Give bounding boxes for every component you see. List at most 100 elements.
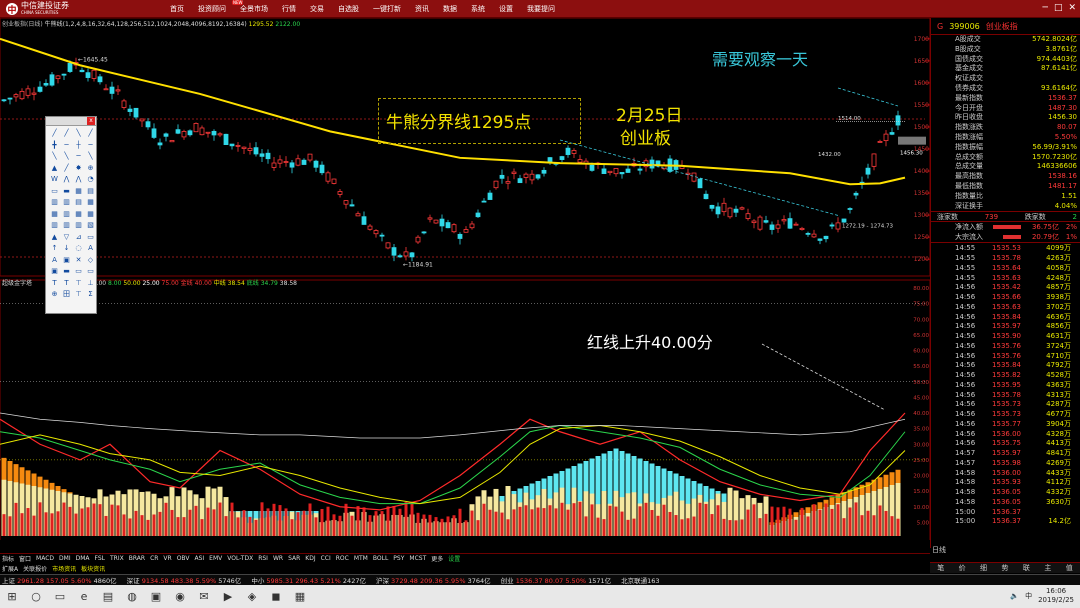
- menu-item-11[interactable]: 我要提问: [527, 4, 555, 14]
- taskbar-app-icon-0[interactable]: ⊞: [0, 585, 24, 608]
- indicator-tab-14[interactable]: RSI: [258, 555, 268, 562]
- draw-tool-icon-59[interactable]: Σ: [85, 289, 96, 299]
- draw-tool-icon-14[interactable]: ✸: [73, 163, 84, 173]
- indicator-tab-15[interactable]: WR: [273, 555, 283, 562]
- draw-tool-icon-5[interactable]: ─: [61, 140, 72, 150]
- draw-tool-icon-28[interactable]: ▦: [49, 209, 60, 219]
- menu-item-9[interactable]: 系统: [471, 4, 485, 14]
- indicator-tab-10[interactable]: OBV: [177, 555, 190, 562]
- draw-tool-icon-19[interactable]: ◔: [85, 174, 96, 184]
- indicator-tab-24[interactable]: 更多: [431, 554, 443, 563]
- indicator-tab-11[interactable]: ASI: [194, 555, 204, 562]
- draw-tool-icon-6[interactable]: ┼: [73, 140, 84, 150]
- taskbar-app-icon-12[interactable]: ▦: [288, 585, 312, 608]
- indicator-name[interactable]: 超级金字塔: [2, 280, 32, 287]
- draw-tool-icon-50[interactable]: ▭: [73, 266, 84, 276]
- taskbar-app-icon-9[interactable]: ▶: [216, 585, 240, 608]
- draw-tool-icon-30[interactable]: ▦: [73, 209, 84, 219]
- draw-tool-icon-24[interactable]: ▥: [49, 197, 60, 207]
- draw-tool-icon-42[interactable]: ◌: [73, 243, 84, 253]
- draw-tool-icon-16[interactable]: W: [49, 174, 60, 184]
- draw-tool-icon-3[interactable]: ╱: [85, 128, 96, 138]
- taskbar-app-icon-6[interactable]: ▣: [144, 585, 168, 608]
- draw-tool-icon-29[interactable]: ▥: [61, 209, 72, 219]
- menu-item-2[interactable]: 全景市场: [240, 4, 268, 14]
- draw-tool-icon-47[interactable]: ◇: [85, 255, 96, 265]
- draw-tool-icon-49[interactable]: ▬: [61, 266, 72, 276]
- indicator-tab-6[interactable]: TRIX: [110, 555, 124, 562]
- taskbar-app-icon-3[interactable]: e: [72, 585, 96, 608]
- indicator-tab-7[interactable]: BRAR: [129, 555, 145, 562]
- indicator-tab-13[interactable]: VOL-TDX: [227, 555, 253, 562]
- ticker-item[interactable]: 创业 1536.37 80.07 5.50% 1571亿: [501, 575, 612, 585]
- taskbar-app-icon-4[interactable]: ▤: [96, 585, 120, 608]
- draw-tool-icon-46[interactable]: ✕: [73, 255, 84, 265]
- link-tab-1[interactable]: 关联报价: [23, 564, 47, 573]
- draw-tool-icon-0[interactable]: ╱: [49, 128, 60, 138]
- indicator-tab-2[interactable]: MACD: [36, 555, 54, 562]
- menu-item-6[interactable]: 一键打新: [373, 4, 401, 14]
- draw-tool-icon-23[interactable]: ▤: [85, 186, 96, 196]
- menu-item-0[interactable]: 首页: [170, 4, 184, 14]
- quote-tab-3[interactable]: 势: [1001, 563, 1008, 573]
- menu-item-10[interactable]: 设置: [499, 4, 513, 14]
- draw-tool-icon-53[interactable]: T: [61, 278, 72, 288]
- taskbar-app-icon-7[interactable]: ◉: [168, 585, 192, 608]
- draw-tool-icon-18[interactable]: ⋀: [73, 174, 84, 184]
- draw-tool-icon-8[interactable]: ╲: [49, 151, 60, 161]
- draw-tool-icon-55[interactable]: ⊥: [85, 278, 96, 288]
- menu-item-1[interactable]: 投资顾问: [198, 5, 226, 13]
- taskbar-app-icon-10[interactable]: ◈: [240, 585, 264, 608]
- minimize-icon[interactable]: ─: [1043, 3, 1048, 13]
- draw-tool-icon-33[interactable]: ▥: [61, 220, 72, 230]
- draw-tool-icon-38[interactable]: ⊿: [73, 232, 84, 242]
- quote-tab-6[interactable]: 值: [1066, 563, 1073, 573]
- taskbar-app-icon-5[interactable]: ◍: [120, 585, 144, 608]
- draw-tool-icon-43[interactable]: A: [85, 243, 96, 253]
- draw-tool-icon-25[interactable]: ▥: [61, 197, 72, 207]
- menu-item-7[interactable]: 资讯: [415, 4, 429, 14]
- indicator-tab-23[interactable]: MCST: [409, 555, 426, 562]
- taskbar-app-icon-11[interactable]: ◼: [264, 585, 288, 608]
- draw-tool-icon-37[interactable]: ▽: [61, 232, 72, 242]
- draw-tool-icon-26[interactable]: ▤: [73, 197, 84, 207]
- link-tab-0[interactable]: 扩展A: [2, 564, 18, 573]
- draw-tool-icon-21[interactable]: ▬: [61, 186, 72, 196]
- draw-tool-icon-34[interactable]: ▥: [73, 220, 84, 230]
- ticker-item[interactable]: 上证 2961.28 157.05 5.60% 4860亿: [2, 575, 117, 585]
- indicator-tab-4[interactable]: DMA: [76, 555, 90, 562]
- taskbar-app-icon-1[interactable]: ○: [24, 585, 48, 608]
- draw-tool-icon-13[interactable]: ╱: [61, 163, 72, 173]
- draw-tool-icon-39[interactable]: ▭: [85, 232, 96, 242]
- draw-tool-icon-54[interactable]: ⊤: [73, 278, 84, 288]
- quote-tab-1[interactable]: 价: [959, 563, 966, 573]
- draw-tool-icon-27[interactable]: ▦: [85, 197, 96, 207]
- draw-tool-icon-48[interactable]: ▣: [49, 266, 60, 276]
- close-icon[interactable]: x: [87, 117, 95, 125]
- indicator-tab-18[interactable]: CCI: [321, 555, 331, 562]
- menu-item-4[interactable]: 交易: [310, 4, 324, 14]
- indicator-tab-5[interactable]: FSL: [95, 555, 106, 562]
- draw-tool-icon-17[interactable]: ⋀: [61, 174, 72, 184]
- draw-tool-icon-56[interactable]: ⊕: [49, 289, 60, 299]
- indicator-tab-3[interactable]: DMI: [59, 555, 71, 562]
- quote-tab-5[interactable]: 主: [1044, 563, 1051, 573]
- draw-tool-icon-58[interactable]: ⊤: [73, 289, 84, 299]
- maximize-icon[interactable]: □: [1054, 3, 1063, 13]
- draw-tool-icon-44[interactable]: A: [49, 255, 60, 265]
- draw-tool-icon-15[interactable]: ⊕: [85, 163, 96, 173]
- draw-tool-icon-10[interactable]: ─: [73, 151, 84, 161]
- indicator-tab-16[interactable]: SAR: [288, 555, 300, 562]
- draw-tool-icon-32[interactable]: ▥: [49, 220, 60, 230]
- link-tab-3[interactable]: 板块资讯: [81, 564, 105, 573]
- indicator-tab-0[interactable]: 指标: [2, 554, 14, 563]
- indicator-tab-17[interactable]: KDJ: [305, 555, 315, 562]
- draw-tool-icon-36[interactable]: ▲: [49, 232, 60, 242]
- indicator-tab-20[interactable]: MTM: [354, 555, 368, 562]
- drawing-toolbar[interactable]: x ╱ ╱ ╲ ╱ ╋ ─ ┼ ─ ╲ ╲ ─ ╲ ▲ ╱ ✸ ⊕ W ⋀ ⋀ ◔ ▭ ▬ ▦ ▤ ▥ ▥ ▤ ▦ ▦ ▥ ▦ ▦ ▥ ▥ ▥ ▧ ▲ ▽…: [45, 116, 97, 314]
- indicator-tab-9[interactable]: VR: [163, 555, 171, 562]
- draw-tool-icon-35[interactable]: ▧: [85, 220, 96, 230]
- ticker-item[interactable]: 深证 9134.58 483.38 5.59% 5746亿: [127, 575, 242, 585]
- draw-tool-icon-7[interactable]: ─: [85, 140, 96, 150]
- draw-tool-icon-12[interactable]: ▲: [49, 163, 60, 173]
